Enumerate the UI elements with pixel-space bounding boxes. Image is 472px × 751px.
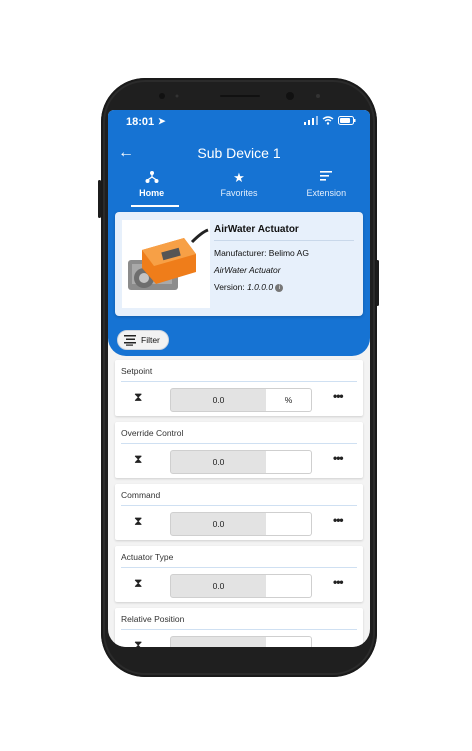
unit-field [266, 512, 312, 536]
page-title: Sub Device 1 [197, 145, 281, 161]
tab-extension-label: Extension [306, 188, 347, 198]
datapoint-label: Command [121, 490, 161, 500]
device-model: AirWater Actuator [214, 265, 281, 275]
value-field[interactable]: 0.0 [170, 388, 267, 412]
active-tab-indicator [131, 205, 179, 207]
value-field[interactable]: 0.0 [170, 512, 267, 536]
datapoint-label: Relative Position [121, 614, 185, 624]
device-info: AirWater Actuator Manufacturer: Belimo A… [214, 224, 354, 292]
filter-button[interactable]: Filter [117, 330, 169, 350]
more-options-icon[interactable]: ••• [333, 389, 344, 403]
volume-button [98, 180, 101, 218]
device-tree-icon [108, 170, 195, 188]
value-field[interactable]: 0.0 [170, 450, 267, 474]
hourglass-icon: ⧗ [134, 638, 143, 647]
value-field[interactable]: 0.0 [170, 574, 267, 598]
datapoint-command: Command ⧗ 0.0 ••• [115, 484, 363, 540]
version-label: Version: [214, 282, 245, 292]
device-name: AirWater Actuator [214, 224, 354, 241]
divider [121, 567, 357, 568]
power-button [376, 260, 379, 306]
filter-icon [124, 335, 136, 346]
title-bar: ← Sub Device 1 [108, 143, 370, 165]
tab-extension[interactable]: Extension [283, 170, 370, 204]
app-header: 18:01 ➤ ← Sub Device 1 Home ★ Favorites [108, 110, 370, 356]
device-manufacturer: Manufacturer: Belimo AG [214, 248, 309, 258]
unit-field [266, 574, 312, 598]
camera-sensors [159, 92, 320, 100]
unit-field [266, 636, 312, 647]
divider [121, 381, 357, 382]
device-image [122, 220, 210, 308]
datapoint-relative-position: Relative Position ⧗ [115, 608, 363, 647]
hourglass-icon: ⧗ [134, 452, 143, 466]
device-version: Version: 1.0.0.0 i [214, 282, 354, 292]
filter-label: Filter [141, 335, 160, 345]
unit-field: % [266, 388, 312, 412]
divider [121, 629, 357, 630]
more-options-icon[interactable]: ••• [333, 575, 344, 589]
divider [121, 505, 357, 506]
tab-favorites[interactable]: ★ Favorites [195, 170, 282, 204]
hourglass-icon: ⧗ [134, 390, 143, 404]
signal-icon [304, 116, 318, 125]
divider [121, 443, 357, 444]
datapoint-label: Override Control [121, 428, 184, 438]
hourglass-icon: ⧗ [134, 514, 143, 528]
tab-home[interactable]: Home [108, 170, 195, 204]
device-card[interactable]: AirWater Actuator Manufacturer: Belimo A… [115, 212, 363, 316]
value-field[interactable] [170, 636, 267, 647]
lines-icon [283, 170, 370, 188]
datapoint-setpoint: Setpoint ⧗ 0.0 % ••• [115, 360, 363, 416]
datapoint-actuator-type: Actuator Type ⧗ 0.0 ••• [115, 546, 363, 602]
location-icon: ➤ [158, 116, 166, 126]
datapoint-list: Setpoint ⧗ 0.0 % ••• Override Control ⧗ … [115, 360, 363, 647]
tab-favorites-label: Favorites [220, 188, 258, 198]
status-time: 18:01 [126, 116, 155, 128]
app-screen: 18:01 ➤ ← Sub Device 1 Home ★ Favorites [108, 110, 370, 647]
tab-bar: Home ★ Favorites Extension [108, 170, 370, 204]
more-options-icon[interactable]: ••• [333, 513, 344, 527]
datapoint-override-control: Override Control ⧗ 0.0 ••• [115, 422, 363, 478]
datapoint-label: Actuator Type [121, 552, 174, 562]
status-bar: 18:01 ➤ [122, 116, 356, 130]
version-value: 1.0.0.0 [247, 282, 274, 292]
hourglass-icon: ⧗ [134, 576, 143, 590]
unit-field [266, 450, 312, 474]
battery-icon [338, 116, 356, 125]
tab-home-label: Home [139, 188, 165, 198]
more-options-icon[interactable]: ••• [333, 451, 344, 465]
datapoint-label: Setpoint [121, 366, 153, 376]
wifi-icon [322, 116, 334, 125]
info-icon[interactable]: i [275, 283, 284, 292]
star-icon: ★ [233, 170, 245, 185]
